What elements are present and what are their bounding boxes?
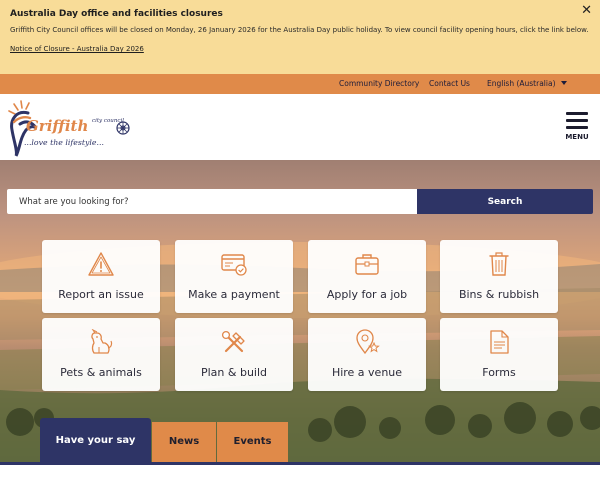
tab-news[interactable]: News	[152, 422, 216, 462]
hammer-wrench-icon	[221, 330, 245, 353]
tile-label: Apply for a job	[326, 288, 408, 301]
hamburger-icon-line	[566, 126, 588, 129]
contact-us-link[interactable]: Contact Us	[429, 79, 470, 88]
logo-wordmark: Griffith	[26, 117, 88, 135]
tile-hire-a-venue[interactable]: Hire a venue	[308, 318, 426, 391]
search-input[interactable]	[7, 189, 417, 214]
trash-bin-icon	[489, 252, 509, 276]
search-button[interactable]: Search	[417, 189, 593, 214]
tile-apply-for-a-job[interactable]: Apply for a job	[308, 240, 426, 313]
griffith-logo[interactable]: Griffith city council ...love the lifest…	[6, 98, 132, 158]
hamburger-icon-line	[566, 119, 588, 122]
close-icon[interactable]: ✕	[581, 3, 592, 18]
credit-card-icon	[221, 254, 247, 276]
menu-label: MENU	[565, 133, 589, 141]
language-selector[interactable]: English (Australia)	[487, 79, 567, 88]
tab-have-your-say[interactable]: Have your say	[40, 418, 151, 462]
menu-button[interactable]: MENU	[560, 112, 594, 142]
tile-label: Forms	[482, 366, 516, 379]
tile-make-a-payment[interactable]: Make a payment	[175, 240, 293, 313]
tile-label: Plan & build	[200, 366, 268, 379]
hero-section: Search Report an issue Make a payment	[0, 160, 600, 462]
tile-report-an-issue[interactable]: Report an issue	[42, 240, 160, 313]
tile-label: Make a payment	[188, 288, 280, 301]
alert-title: Australia Day office and facilities clos…	[10, 9, 223, 19]
warning-icon	[88, 252, 114, 276]
tab-content-panel	[0, 462, 600, 480]
hamburger-icon	[566, 112, 588, 115]
tile-plan-and-build[interactable]: Plan & build	[175, 318, 293, 391]
tab-events[interactable]: Events	[217, 422, 288, 462]
tile-label: Pets & animals	[60, 366, 142, 379]
document-icon	[490, 330, 509, 354]
logo-tagline: ...love the lifestyle...	[24, 138, 104, 147]
dog-icon	[91, 329, 113, 354]
tile-pets-and-animals[interactable]: Pets & animals	[42, 318, 160, 391]
alert-notice-link[interactable]: Notice of Closure - Australia Day 2026	[10, 45, 144, 53]
chevron-down-icon	[560, 81, 567, 85]
tile-label: Hire a venue	[331, 366, 403, 379]
utility-bar: Community Directory Contact Us English (…	[0, 74, 600, 94]
alert-body: Griffith City Council offices will be cl…	[10, 26, 589, 34]
language-label: English (Australia)	[487, 79, 556, 88]
logo-subtitle: city council	[92, 118, 124, 124]
tile-bins-and-rubbish[interactable]: Bins & rubbish	[440, 240, 558, 313]
tile-forms[interactable]: Forms	[440, 318, 558, 391]
community-directory-link[interactable]: Community Directory	[339, 79, 419, 88]
location-star-icon	[356, 329, 380, 355]
tile-label: Report an issue	[58, 288, 144, 301]
briefcase-icon	[355, 254, 379, 275]
site-header: Griffith city council ...love the lifest…	[0, 94, 600, 160]
tile-label: Bins & rubbish	[458, 288, 540, 301]
search-bar: Search	[7, 189, 593, 214]
closure-alert-banner: Australia Day office and facilities clos…	[0, 0, 600, 74]
